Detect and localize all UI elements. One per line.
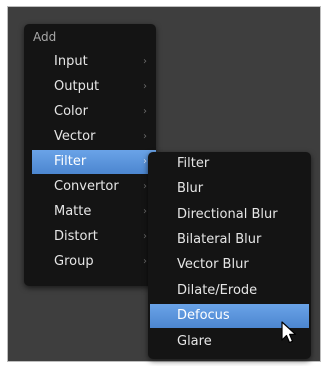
add-menu-title: Add	[33, 30, 57, 44]
chevron-right-icon: ›	[143, 181, 147, 192]
menu-item-input[interactable]: Input ›	[26, 50, 154, 74]
menu-item-label: Vector	[54, 129, 96, 144]
submenu-item-blur[interactable]: Blur	[150, 177, 309, 201]
submenu-item-label: Glare	[177, 334, 212, 349]
submenu-item-label: Bilateral Blur	[177, 232, 262, 247]
submenu-item-label: Blur	[177, 181, 204, 196]
menu-item-label: Group	[54, 254, 94, 269]
menu-item-matte[interactable]: Matte ›	[26, 200, 154, 224]
menu-item-label: Distort	[54, 229, 98, 244]
chevron-right-icon: ›	[143, 81, 147, 92]
chevron-right-icon: ›	[143, 56, 147, 67]
mouse-pointer-icon	[281, 321, 297, 344]
menu-item-color[interactable]: Color ›	[26, 100, 154, 124]
submenu-item-label: Defocus	[177, 308, 230, 323]
menu-item-label: Convertor	[54, 179, 119, 194]
submenu-item-label: Filter	[177, 156, 210, 171]
chevron-right-icon: ›	[143, 206, 147, 217]
chevron-right-icon: ›	[143, 256, 147, 267]
menu-item-output[interactable]: Output ›	[26, 75, 154, 99]
submenu-item-bilateral-blur[interactable]: Bilateral Blur	[150, 228, 309, 252]
menu-item-label: Filter	[54, 154, 87, 169]
menu-item-vector[interactable]: Vector ›	[26, 125, 154, 149]
menu-item-group[interactable]: Group ›	[26, 250, 154, 274]
submenu-item-vector-blur[interactable]: Vector Blur	[150, 253, 309, 277]
submenu-item-label: Vector Blur	[177, 257, 249, 272]
submenu-item-label: Directional Blur	[177, 207, 278, 222]
chevron-right-icon: ›	[143, 231, 147, 242]
menu-item-filter[interactable]: Filter ›	[32, 150, 156, 174]
add-menu: Add Input › Output › Color › Vector › Fi…	[24, 24, 156, 286]
menu-item-label: Input	[54, 54, 88, 69]
menu-item-distort[interactable]: Distort ›	[26, 225, 154, 249]
chevron-right-icon: ›	[143, 156, 147, 167]
chevron-right-icon: ›	[143, 131, 147, 142]
menu-item-label: Color	[54, 104, 88, 119]
submenu-item-label: Dilate/Erode	[177, 283, 258, 298]
menu-item-label: Output	[54, 79, 100, 94]
screenshot-frame: Add Input › Output › Color › Vector › Fi…	[0, 0, 327, 366]
submenu-item-dilate-erode[interactable]: Dilate/Erode	[150, 279, 309, 303]
submenu-item-filter[interactable]: Filter	[150, 152, 309, 176]
menu-item-convertor[interactable]: Convertor ›	[26, 175, 154, 199]
submenu-item-directional-blur[interactable]: Directional Blur	[150, 203, 309, 227]
menu-item-label: Matte	[54, 204, 92, 219]
chevron-right-icon: ›	[143, 106, 147, 117]
